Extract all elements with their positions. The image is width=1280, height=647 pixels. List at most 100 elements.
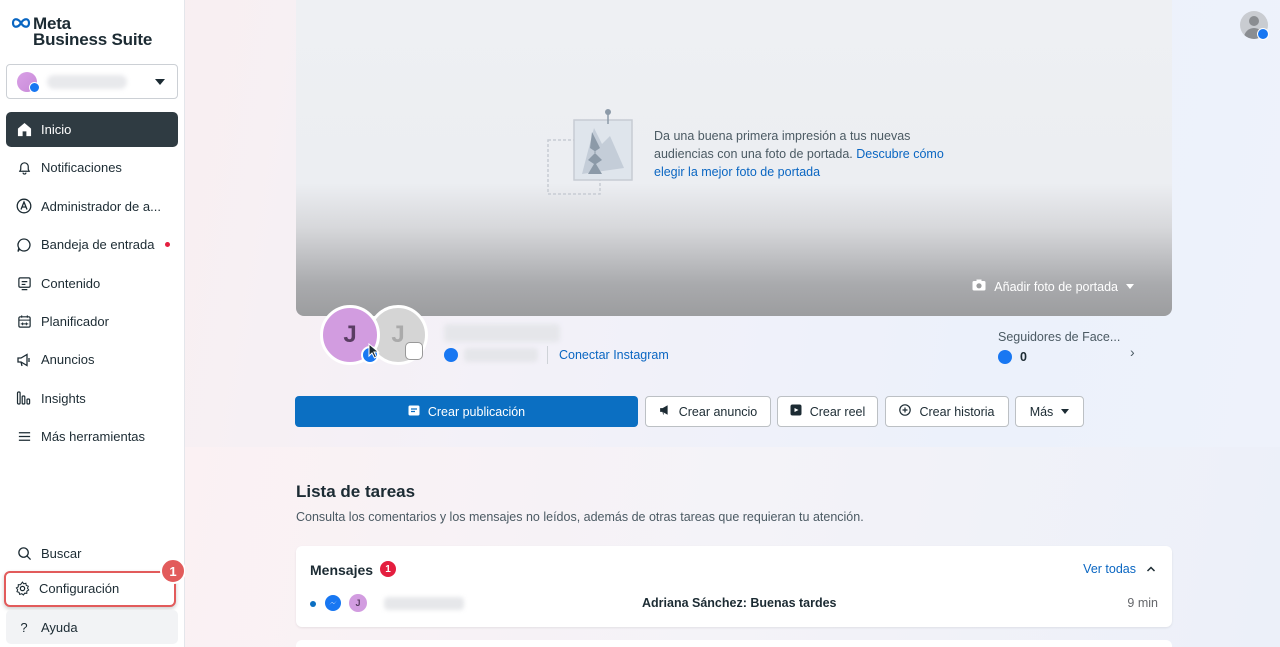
- account-selector[interactable]: [6, 64, 178, 99]
- content-icon: [16, 275, 32, 291]
- message-time: 9 min: [1127, 596, 1158, 610]
- sidebar: Meta Business Suite Inicio Notificacione…: [0, 0, 186, 647]
- add-cover-photo-button[interactable]: Añadir foto de portada: [972, 279, 1134, 294]
- facebook-icon: [444, 348, 458, 362]
- add-cover-label: Añadir foto de portada: [994, 279, 1118, 294]
- followers-count: 0: [1020, 350, 1027, 364]
- main-nav: Inicio Notificaciones Administrador de a…: [6, 112, 178, 458]
- sidebar-item-label: Administrador de a...: [41, 198, 161, 214]
- sidebar-item-label: Planificador: [41, 313, 109, 329]
- sidebar-item-label: Más herramientas: [41, 429, 146, 445]
- account-name-redacted: [47, 75, 127, 89]
- help-icon: ?: [20, 619, 28, 635]
- message-preview: Adriana Sánchez: Buenas tardes: [642, 596, 837, 610]
- connect-instagram-link[interactable]: Conectar Instagram: [559, 348, 669, 362]
- create-reel-button[interactable]: Crear reel: [777, 396, 878, 427]
- brand-line-2: Business Suite: [33, 30, 153, 49]
- sidebar-item-label: Ayuda: [41, 619, 78, 635]
- sidebar-item-label: Configuración: [39, 581, 120, 596]
- create-ad-button[interactable]: Crear anuncio: [645, 396, 771, 427]
- bell-icon: [16, 160, 32, 176]
- sidebar-item-inicio[interactable]: Inicio: [6, 112, 178, 147]
- caret-down-icon: [1061, 409, 1070, 414]
- meta-logo-icon: [11, 18, 31, 28]
- chevron-right-icon: ›: [1130, 344, 1135, 360]
- page-handle-redacted: [464, 348, 538, 362]
- sidebar-item-administrador[interactable]: Administrador de a...: [6, 189, 178, 224]
- create-ad-label: Crear anuncio: [678, 404, 758, 419]
- sidebar-item-insights[interactable]: Insights: [6, 381, 178, 416]
- unread-dot: [310, 601, 316, 607]
- inbox-icon: [16, 237, 32, 253]
- home-icon: [16, 122, 32, 138]
- cover-illustration-icon: [547, 109, 633, 195]
- sidebar-bottom-nav: Buscar: [6, 536, 178, 573]
- tasks-subtitle: Consulta los comentarios y los mensajes …: [296, 510, 864, 524]
- sidebar-item-mas-herramientas[interactable]: Más herramientas: [6, 419, 178, 454]
- calendar-icon: [16, 313, 32, 329]
- next-card-edge: [296, 640, 1172, 647]
- cover-prompt: Da una buena primera impresión a tus nue…: [654, 127, 944, 181]
- unread-dot: [165, 242, 170, 248]
- facebook-badge-icon: [1257, 28, 1269, 40]
- create-story-label: Crear historia: [919, 404, 995, 419]
- messages-title: Mensajes: [310, 562, 374, 578]
- sidebar-item-buscar[interactable]: Buscar: [6, 536, 178, 571]
- messages-card: Mensajes 1 Ver todas J Adriana Sánchez: …: [296, 546, 1172, 627]
- sidebar-item-bandeja[interactable]: Bandeja de entrada: [6, 227, 178, 262]
- caret-down-icon: [155, 79, 165, 85]
- sidebar-item-anuncios[interactable]: Anuncios: [6, 342, 178, 377]
- menu-icon: [16, 429, 32, 445]
- sidebar-item-ayuda[interactable]: ? Ayuda: [6, 610, 178, 644]
- search-icon: [16, 546, 32, 562]
- chevron-up-icon[interactable]: [1146, 564, 1156, 574]
- sidebar-item-label: Contenido: [41, 275, 101, 291]
- configuracion-row: Configuración: [6, 573, 174, 604]
- sidebar-item-label: Anuncios: [41, 352, 95, 368]
- sidebar-item-label: Inicio: [41, 122, 72, 137]
- sender-avatar: J: [349, 594, 367, 612]
- page-name-redacted: [444, 324, 560, 342]
- message-row[interactable]: J Adriana Sánchez: Buenas tardes 9 min: [310, 594, 1158, 614]
- ads-manager-icon: [16, 198, 32, 214]
- gear-icon: [14, 581, 30, 597]
- more-button[interactable]: Más: [1015, 396, 1084, 427]
- followers-count-row: 0: [998, 350, 1138, 364]
- create-post-label: Crear publicación: [427, 404, 526, 419]
- sidebar-item-contenido[interactable]: Contenido: [6, 266, 178, 301]
- mouse-cursor-icon: [368, 343, 380, 359]
- story-icon: [899, 404, 912, 419]
- sidebar-item-configuracion[interactable]: Configuración: [4, 571, 176, 607]
- sidebar-item-planificador[interactable]: Planificador: [6, 304, 178, 339]
- followers-summary[interactable]: Seguidores de Face... 0 ›: [998, 330, 1138, 364]
- camera-icon: [972, 279, 986, 294]
- messenger-icon: [325, 595, 341, 611]
- facebook-badge-icon: [29, 82, 40, 93]
- more-label: Más: [1029, 404, 1054, 419]
- create-post-button[interactable]: Crear publicación: [295, 396, 638, 427]
- sidebar-item-label: Insights: [41, 390, 86, 406]
- see-all-link[interactable]: Ver todas: [1083, 562, 1136, 576]
- profile-initial: J: [391, 321, 405, 348]
- step-number-badge: 1: [160, 558, 186, 584]
- avatar-head: [1249, 16, 1259, 26]
- caret-down-icon: [1126, 284, 1134, 289]
- sender-name-redacted: [384, 597, 464, 610]
- cover-photo-area: Da una buena primera impresión a tus nue…: [296, 0, 1172, 316]
- sidebar-item-notificaciones[interactable]: Notificaciones: [6, 150, 178, 185]
- sidebar-item-label: Bandeja de entrada: [41, 237, 155, 253]
- sidebar-item-label: Notificaciones: [41, 160, 122, 176]
- reel-icon: [790, 404, 802, 419]
- create-story-button[interactable]: Crear historia: [885, 396, 1009, 427]
- followers-label: Seguidores de Face...: [998, 330, 1121, 344]
- create-reel-label: Crear reel: [809, 404, 866, 419]
- facebook-icon: [998, 350, 1012, 364]
- divider: [547, 346, 548, 364]
- post-icon: [408, 405, 420, 419]
- instagram-badge-icon: [405, 342, 423, 360]
- sidebar-item-label: Buscar: [41, 546, 82, 561]
- insights-icon: [16, 390, 32, 406]
- profile-initial: J: [343, 321, 357, 348]
- megaphone-icon: [659, 404, 671, 419]
- megaphone-icon: [16, 352, 32, 368]
